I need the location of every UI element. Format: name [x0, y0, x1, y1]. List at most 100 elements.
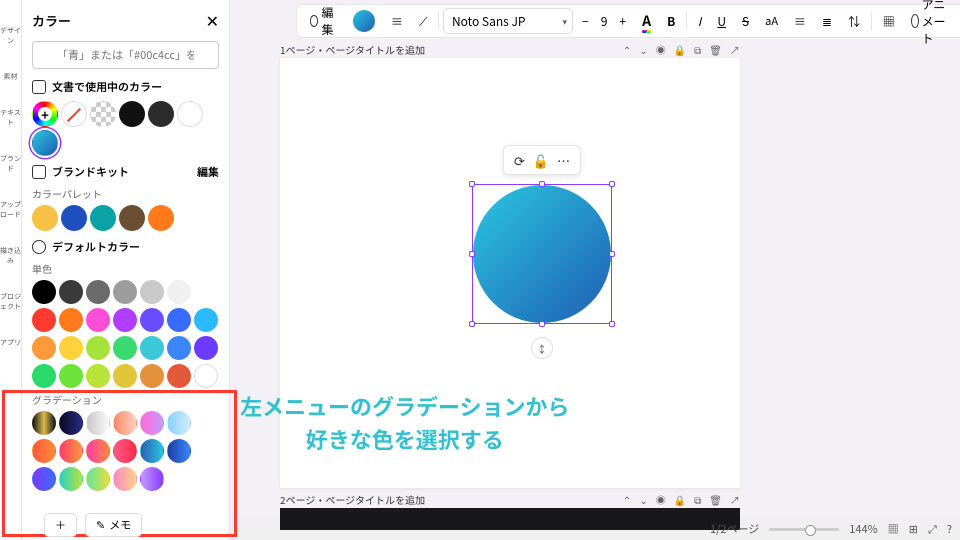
font-minus[interactable]: − — [575, 8, 596, 34]
hide-icon[interactable]: ◉ — [656, 42, 666, 57]
solid-swatch[interactable] — [167, 336, 191, 360]
chevron-down-icon[interactable]: ⌄ — [639, 492, 647, 507]
trash-icon[interactable]: 🗑 — [709, 492, 722, 507]
share-icon[interactable]: ↗ — [730, 42, 740, 57]
solid-swatch[interactable] — [167, 364, 191, 388]
chevron-down-icon[interactable]: ⌄ — [639, 42, 647, 57]
color-search-input[interactable] — [32, 41, 219, 69]
gradient-swatch[interactable] — [140, 439, 164, 463]
add-page-below-icon[interactable]: ↕ — [531, 337, 553, 359]
rotate-icon[interactable]: ⟳ — [514, 151, 525, 170]
color-swatch[interactable] — [32, 101, 58, 127]
solid-swatch[interactable] — [113, 364, 137, 388]
edit-button[interactable]: 編集 — [303, 8, 344, 34]
gradient-swatch[interactable] — [140, 411, 164, 435]
bold-button[interactable]: B — [660, 8, 682, 34]
solid-swatch[interactable] — [194, 308, 218, 332]
solid-swatch[interactable] — [113, 308, 137, 332]
solid-swatch[interactable] — [140, 280, 164, 304]
gradient-swatch[interactable] — [113, 411, 137, 435]
color-swatch[interactable] — [32, 130, 58, 156]
color-swatch[interactable] — [119, 101, 145, 127]
lock-icon[interactable]: 🔓 — [533, 151, 549, 170]
strike-button[interactable]: S — [735, 8, 756, 34]
solid-swatch[interactable] — [140, 336, 164, 360]
thumbnail-icon[interactable]: ⊞ — [909, 521, 918, 537]
page-title-1[interactable]: 1ページ・ページタイトルを追加 — [280, 42, 425, 57]
page-title-2[interactable]: 2ページ・ページタイトルを追加 — [280, 492, 425, 507]
gradient-swatch[interactable] — [113, 467, 137, 491]
color-swatch[interactable] — [90, 101, 116, 127]
share-icon[interactable]: ↗ — [730, 492, 740, 507]
gradient-swatch[interactable] — [167, 439, 191, 463]
rail-item[interactable]: 素材 — [0, 72, 21, 82]
palette-swatch[interactable] — [119, 205, 145, 231]
solid-swatch[interactable] — [59, 280, 83, 304]
rail-item[interactable]: テキスト — [0, 108, 21, 128]
animate-button[interactable]: アニメート — [904, 8, 959, 34]
solid-swatch[interactable] — [59, 364, 83, 388]
color-swatch[interactable] — [61, 101, 87, 127]
solid-swatch[interactable] — [86, 308, 110, 332]
page-counter[interactable]: 1/2ページ — [710, 521, 759, 537]
rail-item[interactable]: プロジェクト — [0, 292, 21, 312]
chevron-up-icon[interactable]: ⌃ — [623, 42, 631, 57]
gradient-swatch[interactable] — [59, 467, 83, 491]
solid-swatch[interactable] — [167, 308, 191, 332]
gradient-swatch[interactable] — [140, 467, 164, 491]
rail-item[interactable]: ブランド — [0, 154, 21, 174]
solid-swatch[interactable] — [194, 336, 218, 360]
spacing-button[interactable]: ⇅ — [841, 8, 867, 34]
gradient-swatch[interactable] — [59, 439, 83, 463]
solid-swatch[interactable] — [59, 308, 83, 332]
fullscreen-icon[interactable]: ⤢ — [928, 521, 937, 537]
solid-swatch[interactable] — [32, 280, 56, 304]
solid-swatch[interactable] — [32, 364, 56, 388]
list-button[interactable]: ≣ — [815, 8, 839, 34]
color-swatch[interactable] — [177, 101, 203, 127]
palette-swatch[interactable] — [148, 205, 174, 231]
solid-swatch[interactable] — [167, 280, 191, 304]
fill-color-button[interactable] — [346, 8, 382, 34]
page-2[interactable] — [280, 508, 740, 530]
stroke-style-button[interactable]: ≡ — [384, 8, 410, 34]
close-icon[interactable]: ✕ — [206, 8, 219, 32]
zoom-level[interactable]: 144% — [849, 521, 877, 537]
solid-swatch[interactable] — [32, 308, 56, 332]
grid-view-icon[interactable]: ▦ — [888, 521, 899, 537]
case-button[interactable]: aA — [758, 8, 785, 34]
text-color-button[interactable]: A — [635, 8, 658, 34]
rail-item[interactable]: アプリ — [0, 338, 21, 348]
hide-icon[interactable]: ◉ — [656, 492, 666, 507]
italic-button[interactable]: I — [691, 8, 709, 34]
solid-swatch[interactable] — [86, 280, 110, 304]
brand-edit-link[interactable]: 編集 — [197, 164, 219, 180]
solid-swatch[interactable] — [194, 280, 218, 304]
font-size[interactable]: 9 — [598, 13, 611, 30]
gradient-swatch[interactable] — [59, 411, 83, 435]
rail-item[interactable]: デザイン — [0, 26, 21, 46]
gradient-swatch[interactable] — [32, 411, 56, 435]
palette-swatch[interactable] — [90, 205, 116, 231]
trash-icon[interactable]: 🗑 — [709, 42, 722, 57]
palette-swatch[interactable] — [32, 205, 58, 231]
gradient-swatch[interactable] — [86, 411, 110, 435]
underline-button[interactable]: U — [710, 8, 733, 34]
gradient-swatch[interactable] — [86, 467, 110, 491]
add-page-button[interactable]: ＋ — [44, 513, 77, 537]
solid-swatch[interactable] — [59, 336, 83, 360]
solid-swatch[interactable] — [86, 336, 110, 360]
rail-item[interactable]: アップロード — [0, 200, 21, 220]
solid-swatch[interactable] — [32, 336, 56, 360]
duplicate-icon[interactable]: ⧉ — [694, 492, 701, 507]
gradient-swatch[interactable] — [113, 439, 137, 463]
transparency-button[interactable]: ▦ — [876, 8, 902, 34]
palette-swatch[interactable] — [61, 205, 87, 231]
gradient-circle-shape[interactable] — [473, 185, 611, 323]
align-button[interactable]: ≡ — [787, 8, 813, 34]
font-plus[interactable]: + — [612, 8, 633, 34]
duplicate-icon[interactable]: ⧉ — [694, 42, 701, 57]
solid-swatch[interactable] — [113, 280, 137, 304]
solid-swatch[interactable] — [140, 364, 164, 388]
gradient-swatch[interactable] — [32, 439, 56, 463]
